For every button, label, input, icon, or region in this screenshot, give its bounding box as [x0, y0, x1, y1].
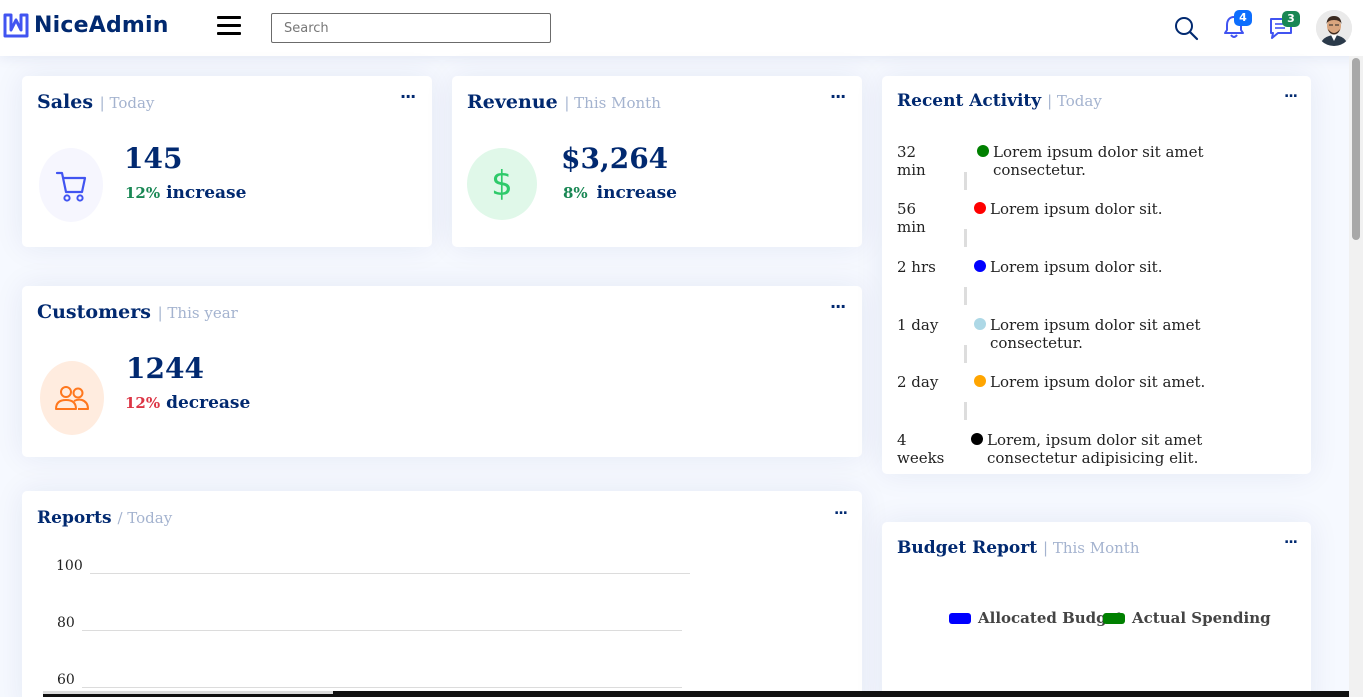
customers-value: 1244 [126, 352, 204, 385]
activity-text: Lorem ipsum dolor sit. [990, 258, 1163, 276]
logo-icon [3, 13, 29, 38]
customers-period: | This year [157, 304, 238, 322]
activity-connector [964, 172, 967, 190]
horizontal-scrollbar-thumb[interactable] [43, 691, 333, 694]
grid-line [82, 630, 682, 631]
revenue-period: | This Month [564, 94, 661, 112]
search-icon[interactable] [1173, 15, 1199, 45]
activity-status-dot-icon [974, 318, 986, 330]
people-icon [55, 386, 89, 410]
menu-toggle-icon[interactable] [217, 14, 243, 38]
sales-value: 145 [124, 142, 183, 175]
activity-connector [964, 402, 967, 420]
dollar-icon: $ [491, 164, 513, 204]
activity-period: | Today [1047, 92, 1102, 110]
customers-change: 12% decrease [125, 393, 250, 413]
y-tick-label: 100 [56, 558, 83, 574]
messages-chat-icon[interactable]: 3 [1268, 11, 1300, 45]
grid-line [90, 573, 690, 574]
dollar-icon-circle: $ [467, 148, 537, 220]
sales-menu-dots-icon[interactable]: ... [400, 85, 416, 101]
activity-title: Recent Activity [897, 91, 1042, 111]
legend-label: Allocated Budget [978, 609, 1124, 627]
activity-text: Lorem ipsum dolor sit amet. [990, 373, 1206, 391]
reports-menu-dots-icon[interactable]: ... [834, 503, 848, 517]
scrollbar-thumb[interactable] [1352, 58, 1360, 240]
revenue-value: $3,264 [561, 142, 669, 175]
brand-logo[interactable]: NiceAdmin [3, 12, 169, 38]
activity-time: 56 min [897, 200, 926, 236]
reports-title: Reports [37, 508, 112, 528]
revenue-change: 8% increase [563, 183, 677, 203]
revenue-trend: increase [596, 183, 677, 203]
people-icon-circle [40, 361, 104, 435]
sales-change: 12% increase [125, 183, 246, 203]
sales-period: | Today [99, 94, 155, 112]
legend-allocated-budget[interactable]: Allocated Budget [949, 609, 1123, 627]
activity-connector [964, 345, 967, 363]
revenue-percent: 8% [563, 184, 588, 202]
activity-status-dot-icon [974, 260, 986, 272]
notifications-badge: 4 [1234, 10, 1252, 26]
sales-card: Sales | Today ... 145 12% increase [22, 76, 432, 247]
revenue-card-title: Revenue | This Month [467, 91, 661, 113]
activity-status-dot-icon [977, 145, 989, 157]
top-header: NiceAdmin 4 3 [0, 0, 1363, 56]
customers-trend: decrease [166, 393, 251, 413]
legend-swatch-icon [949, 613, 971, 624]
activity-status-dot-icon [974, 375, 986, 387]
sales-percent: 12% [125, 184, 161, 202]
sales-trend: increase [166, 183, 247, 203]
sales-title: Sales [37, 91, 94, 113]
revenue-menu-dots-icon[interactable]: ... [830, 85, 846, 101]
notifications-bell-icon[interactable]: 4 [1222, 10, 1252, 44]
activity-menu-dots-icon[interactable]: ... [1284, 86, 1298, 100]
user-avatar[interactable] [1316, 10, 1352, 46]
budget-menu-dots-icon[interactable]: ... [1284, 532, 1298, 546]
grid-line [82, 687, 682, 688]
budget-card-title: Budget Report | This Month [897, 538, 1140, 558]
revenue-card: Revenue | This Month ... $ $3,264 8% inc… [452, 76, 862, 247]
legend-label: Actual Spending [1132, 609, 1271, 627]
activity-connector [964, 287, 967, 305]
sales-card-title: Sales | Today [37, 91, 154, 113]
activity-time: 2 day [897, 373, 939, 391]
budget-period: | This Month [1043, 539, 1140, 557]
activity-card-title: Recent Activity | Today [897, 91, 1102, 111]
recent-activity-card: Recent Activity | Today ... 32 min Lorem… [882, 76, 1311, 474]
activity-connector [964, 229, 967, 247]
activity-time: 2 hrs [897, 258, 936, 276]
messages-badge: 3 [1282, 11, 1300, 27]
activity-text: Lorem ipsum dolor sit amet consectetur. [993, 143, 1204, 179]
activity-status-dot-icon [971, 433, 983, 445]
customers-menu-dots-icon[interactable]: ... [830, 295, 846, 311]
reports-card: Reports / Today ... 100 80 60 [22, 491, 862, 697]
customers-title: Customers [37, 301, 151, 323]
activity-text: Lorem ipsum dolor sit. [990, 200, 1163, 218]
y-tick-label: 60 [57, 672, 75, 688]
customers-percent: 12% [125, 394, 161, 412]
activity-text: Lorem ipsum dolor sit amet consectetur. [990, 316, 1201, 352]
reports-period: / Today [117, 509, 173, 527]
budget-report-card: Budget Report | This Month ... Allocated… [882, 522, 1311, 697]
legend-swatch-icon [1103, 613, 1125, 624]
activity-time: 4 weeks [897, 431, 945, 467]
revenue-title: Revenue [467, 91, 558, 113]
reports-card-title: Reports / Today [37, 508, 172, 528]
activity-status-dot-icon [974, 202, 986, 214]
customers-card: Customers | This year ... 1244 12% decre… [22, 286, 862, 457]
horizontal-scrollbar[interactable] [43, 691, 1349, 697]
cart-icon [55, 171, 87, 202]
budget-title: Budget Report [897, 538, 1038, 558]
y-tick-label: 80 [57, 615, 75, 631]
customers-card-title: Customers | This year [37, 301, 238, 323]
page-scrollbar[interactable] [1349, 56, 1363, 697]
brand-name: NiceAdmin [34, 12, 169, 38]
cart-icon-circle [39, 148, 103, 222]
activity-text: Lorem, ipsum dolor sit amet consectetur … [987, 431, 1203, 467]
search-input[interactable] [271, 13, 551, 43]
activity-time: 1 day [897, 316, 939, 334]
legend-actual-spending[interactable]: Actual Spending [1103, 609, 1271, 627]
activity-time: 32 min [897, 143, 926, 179]
